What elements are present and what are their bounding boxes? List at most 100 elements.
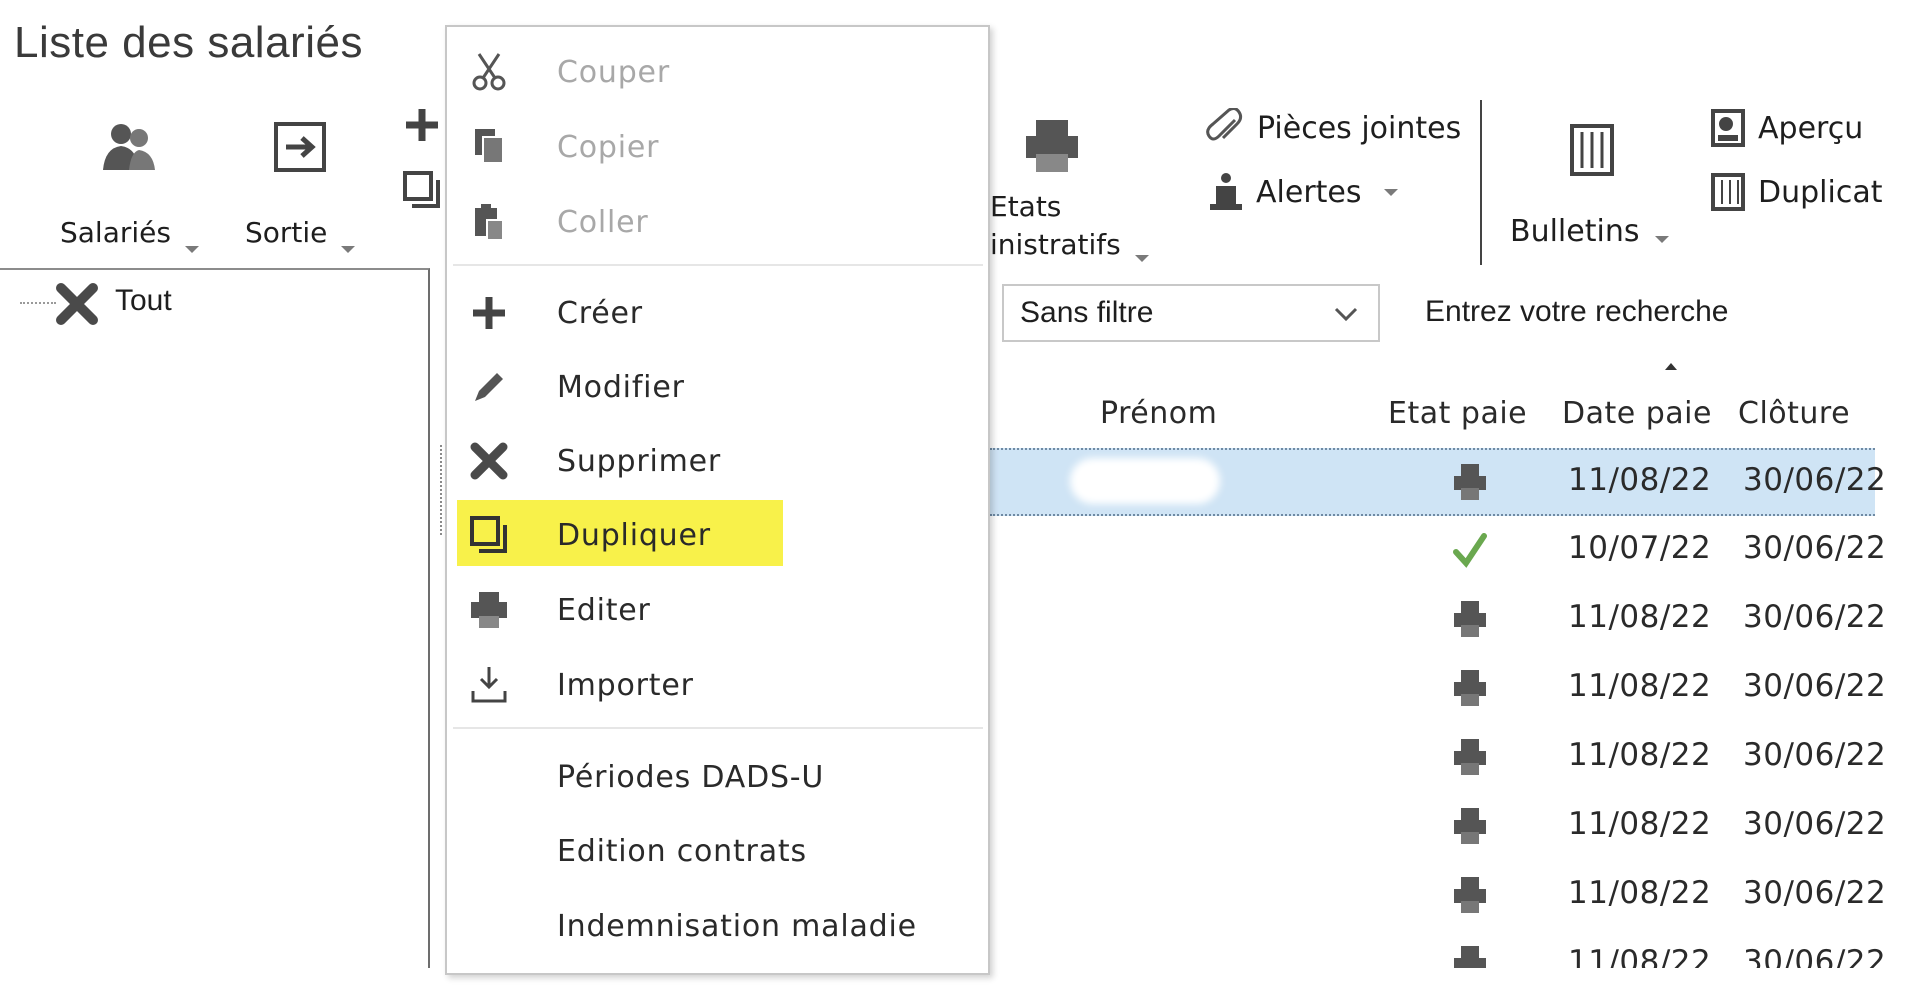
etats-label[interactable]: Etats bbox=[990, 190, 1061, 223]
redacted-name bbox=[1070, 458, 1220, 504]
tout-x-icon bbox=[56, 283, 98, 325]
check-icon bbox=[1450, 528, 1490, 572]
menu-label: Importer bbox=[557, 667, 694, 703]
pencil-icon bbox=[475, 373, 503, 401]
sortie-label: Sortie bbox=[245, 216, 328, 249]
menu-item-coller[interactable]: Coller bbox=[447, 191, 988, 253]
menu-label: Dupliquer bbox=[557, 517, 711, 553]
table-row[interactable]: 11/08/22 30/06/22 bbox=[990, 863, 1886, 931]
bulletins-label: Bulletins bbox=[1510, 214, 1640, 249]
preview-icon bbox=[1711, 109, 1745, 147]
printer-icon bbox=[1450, 666, 1490, 710]
filter-select[interactable]: Sans filtre bbox=[1002, 284, 1380, 342]
cloture-cell: 30/06/22 bbox=[1743, 530, 1887, 566]
add-icon[interactable] bbox=[402, 105, 442, 145]
menu-item-creer[interactable]: Créer bbox=[447, 282, 988, 344]
menu-item-periodes-dads-u[interactable]: Périodes DADS-U bbox=[447, 746, 988, 808]
table-row[interactable]: 11/08/22 30/06/22 bbox=[990, 656, 1886, 724]
menu-label: Editer bbox=[557, 592, 651, 628]
menu-item-supprimer[interactable]: Supprimer bbox=[447, 430, 988, 492]
plus-icon bbox=[473, 297, 505, 329]
exit-icon bbox=[274, 122, 327, 172]
menu-item-modifier[interactable]: Modifier bbox=[447, 356, 988, 418]
column-header-cloture[interactable]: Clôture bbox=[1738, 396, 1850, 431]
date-paie-cell: 10/07/22 bbox=[1568, 530, 1712, 566]
duplicata-label: Duplicat bbox=[1758, 174, 1883, 210]
apercu-label: Aperçu bbox=[1758, 110, 1864, 146]
menu-label: Edition contrats bbox=[557, 833, 807, 869]
pieces-jointes-button[interactable]: Pièces jointes bbox=[1205, 108, 1461, 148]
paperclip-icon bbox=[1206, 108, 1243, 141]
bulletins-button[interactable]: Bulletins bbox=[1510, 214, 1670, 249]
menu-separator bbox=[453, 264, 983, 266]
etats-administratifs-button[interactable]: inistratifs bbox=[990, 228, 1149, 262]
etats-label-2: inistratifs bbox=[990, 228, 1121, 261]
alertes-label: Alertes bbox=[1256, 174, 1362, 210]
column-header-prenom[interactable]: Prénom bbox=[1100, 396, 1217, 431]
date-paie-cell: 11/08/22 bbox=[1568, 668, 1712, 704]
duplicata-button[interactable]: Duplicat bbox=[1710, 172, 1882, 212]
printer-icon bbox=[1450, 873, 1490, 917]
printer-icon bbox=[1026, 120, 1078, 172]
apercu-button[interactable]: Aperçu bbox=[1710, 108, 1863, 148]
salaries-label: Salariés bbox=[60, 216, 171, 249]
salaries-button[interactable]: Salariés bbox=[60, 120, 199, 253]
import-icon bbox=[471, 667, 507, 703]
menu-item-couper[interactable]: Couper bbox=[447, 41, 988, 103]
duplicate-icon[interactable] bbox=[402, 170, 442, 210]
cloture-cell: 30/06/22 bbox=[1743, 599, 1887, 635]
printer-icon bbox=[1450, 597, 1490, 641]
users-icon bbox=[103, 124, 156, 170]
menu-item-indemnisation-maladie[interactable]: Indemnisation maladie bbox=[447, 895, 988, 957]
menu-separator bbox=[453, 727, 983, 729]
table-row[interactable]: 11/08/22 30/06/22 bbox=[990, 448, 1886, 516]
search-input[interactable] bbox=[1425, 288, 1845, 336]
menu-item-importer[interactable]: Importer bbox=[447, 654, 988, 716]
pieces-jointes-label: Pièces jointes bbox=[1257, 110, 1462, 146]
table-row[interactable]: 10/07/22 30/06/22 bbox=[990, 518, 1886, 586]
duplicata-icon bbox=[1711, 173, 1745, 211]
chevron-down-icon bbox=[184, 246, 199, 253]
tree-item-tout[interactable]: Tout bbox=[115, 284, 172, 318]
cloture-cell: 30/06/22 bbox=[1743, 875, 1887, 911]
menu-item-editer[interactable]: Editer bbox=[447, 579, 988, 641]
menu-label: Couper bbox=[557, 54, 670, 90]
table-row[interactable]: 11/08/22 30/06/22 bbox=[990, 794, 1886, 862]
menu-label: Périodes DADS-U bbox=[557, 759, 825, 795]
scissors-icon bbox=[472, 53, 506, 91]
date-paie-cell: 11/08/22 bbox=[1568, 806, 1712, 842]
column-header-etat-paie[interactable]: Etat paie bbox=[1388, 396, 1527, 431]
cloture-cell: 30/06/22 bbox=[1743, 462, 1887, 498]
page-title: Liste des salariés bbox=[14, 18, 363, 67]
menu-label: Indemnisation maladie bbox=[557, 908, 917, 944]
menu-item-copier[interactable]: Copier bbox=[447, 116, 988, 178]
table-row[interactable]: 11/08/22 30/06/22 bbox=[990, 725, 1886, 793]
menu-label: Modifier bbox=[557, 369, 685, 405]
context-menu: Couper Copier Coller Créer Modifier Supp… bbox=[445, 25, 990, 975]
printer-icon bbox=[1450, 735, 1490, 779]
menu-item-dupliquer[interactable]: Dupliquer bbox=[447, 504, 988, 566]
ribbon-separator bbox=[1480, 100, 1482, 265]
alertes-button[interactable]: Alertes bbox=[1208, 172, 1398, 212]
printer-icon bbox=[1450, 460, 1490, 504]
date-paie-cell: 11/08/22 bbox=[1568, 737, 1712, 773]
copy-icon bbox=[475, 129, 504, 164]
printer-icon bbox=[1450, 804, 1490, 848]
tree-connector bbox=[20, 302, 56, 304]
chevron-down-icon bbox=[341, 246, 356, 253]
date-paie-cell: 11/08/22 bbox=[1568, 599, 1712, 635]
cloture-cell: 30/06/22 bbox=[1743, 668, 1887, 704]
cloture-cell: 30/06/22 bbox=[1743, 806, 1887, 842]
column-header-date-paie[interactable]: Date paie bbox=[1562, 396, 1712, 431]
date-paie-cell: 11/08/22 bbox=[1568, 875, 1712, 911]
chevron-down-icon bbox=[1383, 188, 1398, 196]
paste-icon bbox=[475, 204, 504, 241]
sort-indicator-icon bbox=[1665, 363, 1677, 370]
table-row[interactable]: 11/08/22 30/06/22 bbox=[990, 587, 1886, 655]
filter-selected-value: Sans filtre bbox=[1020, 296, 1154, 329]
menu-item-edition-contrats[interactable]: Edition contrats bbox=[447, 820, 988, 882]
menu-label: Créer bbox=[557, 295, 643, 331]
sortie-button[interactable]: Sortie bbox=[245, 120, 356, 253]
chevron-down-icon bbox=[1655, 236, 1670, 243]
cloture-cell: 30/06/22 bbox=[1743, 737, 1887, 773]
